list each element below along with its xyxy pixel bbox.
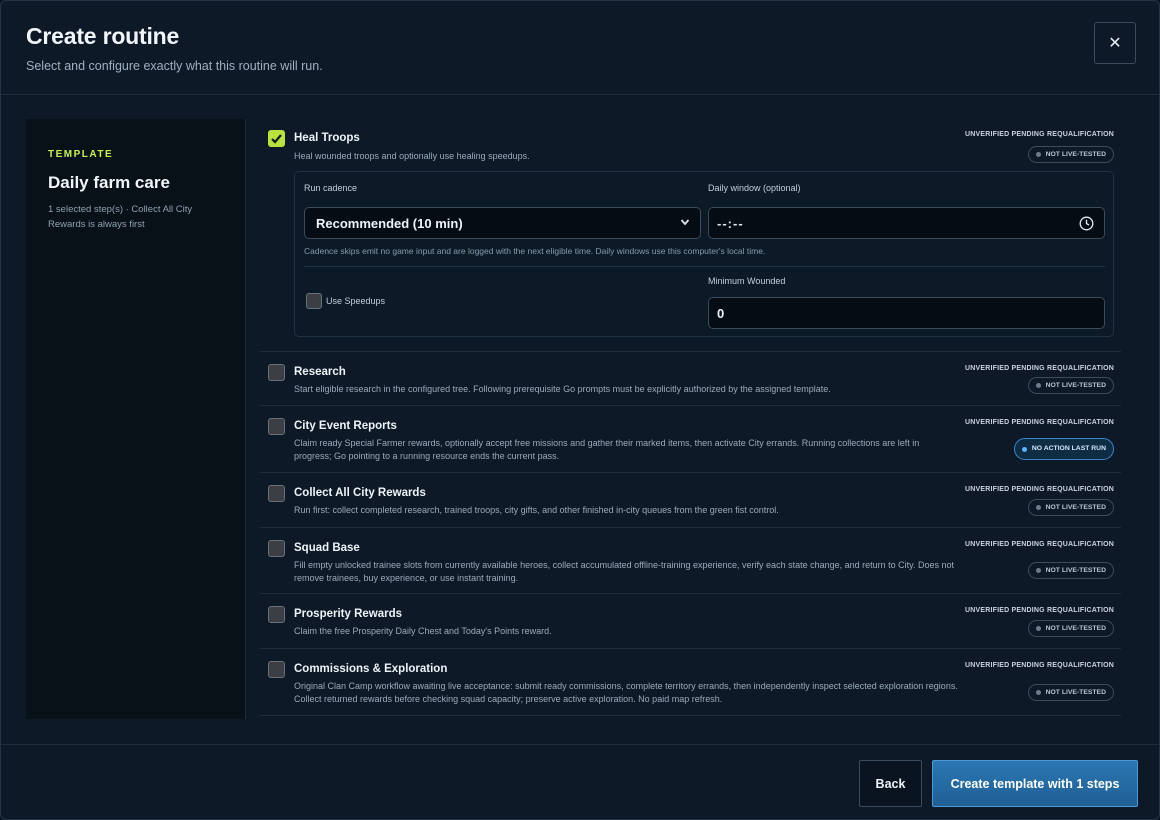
cadence-select[interactable]: Recommended (10 min) (304, 207, 701, 239)
status-label: UNVERIFIED PENDING REQUALIFICATION (964, 419, 1114, 426)
step-commissions-exploration: Commissions & Exploration Original Clan … (260, 649, 1121, 716)
back-button[interactable]: Back (859, 760, 922, 807)
config-divider (304, 266, 1105, 267)
cadence-label: Run cadence (304, 183, 358, 193)
template-panel: TEMPLATE Daily farm care 1 selected step… (26, 119, 246, 719)
modal-header: Create routine Select and configure exac… (1, 1, 1159, 95)
step-title: Heal Troops (294, 132, 360, 144)
daily-window-value: --:-- (717, 215, 744, 231)
step-description: Heal wounded troops and optionally use h… (294, 151, 530, 161)
step-title: Squad Base (294, 542, 360, 554)
step-title: Research (294, 366, 346, 378)
status-badge: NOT LIVE-TESTED (1027, 377, 1114, 394)
status-label: UNVERIFIED PENDING REQUALIFICATION (964, 131, 1114, 138)
status-badge: NOT LIVE-TESTED (1027, 620, 1114, 637)
step-checkbox-collect-all-city-rewards[interactable] (268, 485, 285, 502)
status-badge: NO ACTION LAST RUN (1013, 438, 1114, 460)
daily-window-input[interactable]: --:-- (708, 207, 1105, 239)
minimum-wounded-label: Minimum Wounded (708, 276, 786, 286)
step-description: Fill empty unlocked trainee slots from c… (294, 560, 955, 583)
step-description: Start eligible research in the configure… (294, 384, 831, 394)
use-speedups-checkbox[interactable] (306, 293, 322, 309)
status-label: UNVERIFIED PENDING REQUALIFICATION (964, 486, 1114, 493)
window-label: Daily window (optional) (708, 183, 801, 193)
template-summary: 1 selected step(s) · Collect All City Re… (48, 204, 193, 230)
template-name: Daily farm care (48, 173, 170, 192)
status-label: UNVERIFIED PENDING REQUALIFICATION (964, 541, 1114, 548)
step-description: Claim ready Special Farmer rewards, opti… (294, 438, 920, 461)
template-section-label: TEMPLATE (48, 149, 114, 160)
step-title: City Event Reports (294, 420, 397, 432)
checkmark-icon (271, 134, 282, 144)
chevron-down-icon (680, 217, 690, 230)
step-list: Heal Troops Heal wounded troops and opti… (260, 119, 1121, 719)
create-template-button[interactable]: Create template with 1 steps (932, 760, 1138, 807)
step-title: Collect All City Rewards (294, 487, 426, 499)
modal-subtitle: Select and configure exactly what this r… (26, 59, 323, 73)
status-label: UNVERIFIED PENDING REQUALIFICATION (964, 365, 1114, 372)
status-badge: NOT LIVE-TESTED (1027, 499, 1114, 516)
step-checkbox-commissions-exploration[interactable] (268, 661, 285, 678)
step-title: Commissions & Exploration (294, 663, 448, 675)
step-title: Prosperity Rewards (294, 608, 403, 620)
step-city-event-reports: City Event Reports Claim ready Special F… (260, 406, 1121, 473)
modal-footer: Back Create template with 1 steps (1, 744, 1159, 819)
step-collect-all-city-rewards: Collect All City Rewards Run first: coll… (260, 473, 1121, 528)
cadence-value: Recommended (10 min) (316, 215, 463, 231)
step-heal-troops: Heal Troops Heal wounded troops and opti… (260, 119, 1121, 352)
close-icon: ✕ (1108, 35, 1122, 52)
status-badge: NOT LIVE-TESTED (1027, 684, 1114, 701)
minimum-wounded-value: 0 (717, 305, 725, 321)
step-description: Original Clan Camp workflow awaiting liv… (294, 681, 958, 704)
step-squad-base: Squad Base Fill empty unlocked trainee s… (260, 528, 1121, 594)
status-badge: NOT LIVE-TESTED (1027, 562, 1114, 579)
step-research: Research Start eligible research in the … (260, 352, 1121, 406)
step-prosperity-rewards: Prosperity Rewards Claim the free Prospe… (260, 594, 1121, 649)
close-button[interactable]: ✕ (1094, 22, 1136, 64)
heal-troops-config: Run cadence Daily window (optional) Reco… (294, 171, 1114, 337)
status-label: UNVERIFIED PENDING REQUALIFICATION (964, 662, 1114, 669)
step-checkbox-heal-troops[interactable] (268, 130, 285, 147)
status-label: UNVERIFIED PENDING REQUALIFICATION (964, 607, 1114, 614)
step-checkbox-research[interactable] (268, 364, 285, 381)
minimum-wounded-input[interactable]: 0 (708, 297, 1105, 329)
status-badge: NOT LIVE-TESTED (1027, 146, 1114, 163)
step-description: Run first: collect completed research, t… (294, 505, 779, 515)
step-checkbox-prosperity-rewards[interactable] (268, 606, 285, 623)
step-description: Claim the free Prosperity Daily Chest an… (294, 626, 552, 636)
clock-icon[interactable] (1079, 216, 1094, 234)
modal-title: Create routine (26, 23, 180, 49)
create-routine-modal: Create routine Select and configure exac… (0, 0, 1160, 820)
cadence-note: Cadence skips emit no game input and are… (304, 246, 766, 256)
use-speedups-label: Use Speedups (326, 296, 386, 306)
step-checkbox-city-event-reports[interactable] (268, 418, 285, 435)
step-checkbox-squad-base[interactable] (268, 540, 285, 557)
